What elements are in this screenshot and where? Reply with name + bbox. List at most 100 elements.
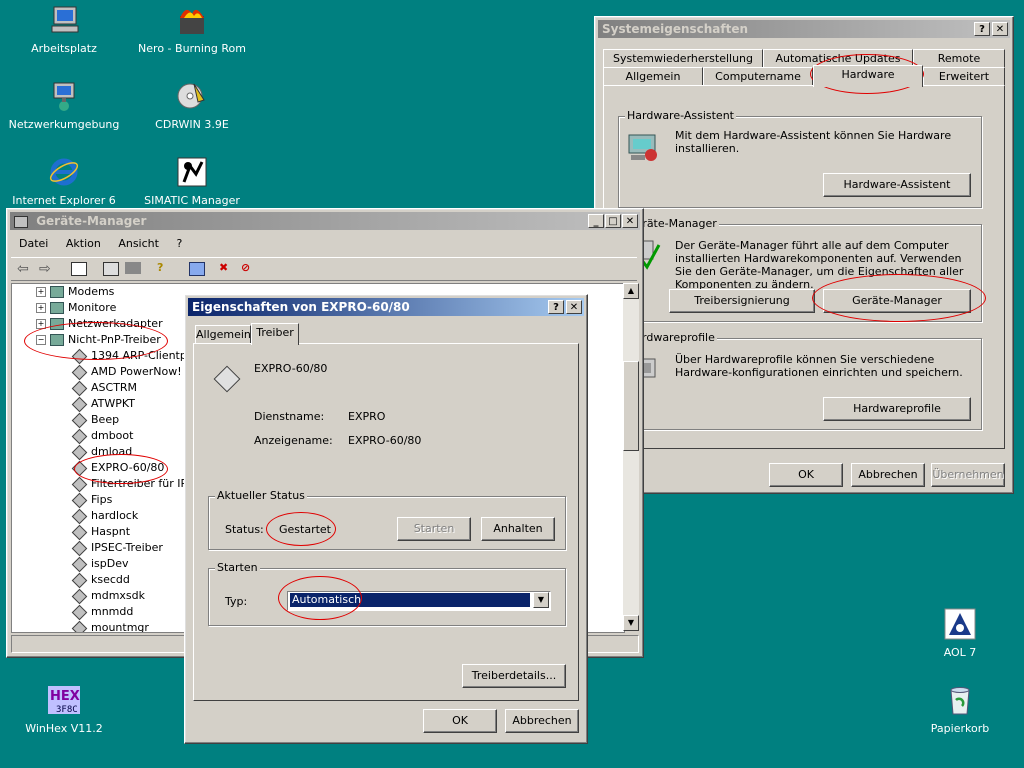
tree-driver-item[interactable]: Beep	[70, 412, 119, 428]
group-device-manager: Geräte-Manager Der Geräte-Manager führt …	[618, 217, 982, 322]
driver-icon	[71, 492, 88, 508]
tree-category-item[interactable]: + Netzwerkadapter	[36, 316, 163, 332]
desktop-icon-arbeitsplatz[interactable]: Arbeitsplatz	[4, 4, 124, 55]
svg-text:3F8C: 3F8C	[56, 705, 78, 715]
collapse-icon[interactable]: −	[36, 335, 46, 345]
stop-button[interactable]: Anhalten	[481, 517, 555, 541]
tree-driver-item[interactable]: Fips	[70, 492, 112, 508]
forward-icon[interactable]: ⇨	[39, 261, 51, 277]
driver-properties-titlebar[interactable]: Eigenschaften von EXPRO-60/80 ? ✕	[188, 298, 584, 316]
print-icon[interactable]	[125, 262, 141, 274]
back-icon[interactable]: ⇦	[17, 261, 29, 277]
tree-item-label: mdmxsdk	[91, 589, 146, 602]
tab-systemwiederherstellung[interactable]: Systemwiederherstellung	[603, 49, 763, 67]
chevron-down-icon[interactable]: ▼	[533, 592, 549, 608]
close-button[interactable]: ✕	[992, 22, 1008, 36]
desktop-icon-ie[interactable]: Internet Explorer 6	[4, 156, 124, 207]
show-hide-tree-icon[interactable]	[71, 262, 87, 276]
tree-driver-item[interactable]: dmload	[70, 444, 132, 460]
help-button[interactable]: ?	[548, 300, 564, 314]
menu-aktion[interactable]: Aktion	[66, 237, 101, 250]
hardware-assistant-button[interactable]: Hardware-Assistent	[823, 173, 971, 197]
tree-driver-item[interactable]: ATWPKT	[70, 396, 135, 412]
tree-item-label: ksecdd	[91, 573, 130, 586]
ok-button[interactable]: OK	[769, 463, 843, 487]
help-button[interactable]: ?	[974, 22, 990, 36]
svg-text:HEX: HEX	[50, 689, 80, 704]
tree-driver-item[interactable]: IPSEC-Treiber	[70, 540, 163, 556]
tab-allgemein[interactable]: Allgemein	[195, 325, 251, 343]
driver-details-button[interactable]: Treiberdetails...	[462, 664, 566, 688]
desktop-icon-winhex[interactable]: HEX 3F8C WinHex V11.2	[4, 684, 124, 735]
minimize-button[interactable]: _	[588, 214, 604, 228]
driver-properties-dialog: Eigenschaften von EXPRO-60/80 ? ✕ Allgem…	[184, 294, 588, 744]
disable-icon[interactable]: ⊘	[241, 261, 250, 274]
properties-icon[interactable]	[103, 262, 119, 276]
tree-item-label: IPSEC-Treiber	[91, 541, 163, 554]
uninstall-icon[interactable]: ✖	[219, 261, 228, 274]
tree-driver-item[interactable]: Filtertreiber für IPX-	[70, 476, 198, 492]
expand-icon[interactable]: +	[36, 287, 46, 297]
tab-panel-hardware: Hardware-Assistent Mit dem Hardware-Assi…	[603, 85, 1005, 449]
start-type-value: Automatisch	[290, 593, 530, 607]
vertical-scrollbar[interactable]: ▲ ▼	[623, 283, 639, 631]
tree-driver-item[interactable]: mnmdd	[70, 604, 133, 620]
desktop-icon-cdrwin[interactable]: CDRWIN 3.9E	[132, 80, 252, 131]
scroll-thumb[interactable]	[623, 361, 639, 451]
tree-driver-item[interactable]: EXPRO-60/80	[70, 460, 164, 476]
apply-button[interactable]: Übernehmen	[931, 463, 1005, 487]
tab-hardware[interactable]: Hardware	[813, 65, 923, 87]
driver-icon	[71, 588, 88, 604]
driver-signing-button[interactable]: Treibersignierung	[669, 289, 815, 313]
tab-allgemein[interactable]: Allgemein	[603, 67, 703, 85]
ok-button[interactable]: OK	[423, 709, 497, 733]
tree-driver-item[interactable]: ispDev	[70, 556, 129, 572]
close-button[interactable]: ✕	[566, 300, 582, 314]
start-type-select[interactable]: Automatisch ▼	[287, 591, 551, 611]
desktop-icon-netzwerk[interactable]: Netzwerkumgebung	[4, 80, 124, 131]
device-manager-button[interactable]: Geräte-Manager	[823, 289, 971, 313]
tree-item-label: Haspnt	[91, 525, 131, 538]
scroll-up-button[interactable]: ▲	[623, 283, 639, 299]
window-app-icon	[14, 215, 28, 228]
tab-remote[interactable]: Remote	[913, 49, 1005, 67]
close-button[interactable]: ✕	[622, 214, 638, 228]
start-button[interactable]: Starten	[397, 517, 471, 541]
tree-driver-item[interactable]: ASCTRM	[70, 380, 137, 396]
tab-computername[interactable]: Computername	[703, 67, 813, 85]
toolbar: ⇦ ⇨ ? ✖ ⊘	[11, 257, 637, 281]
tree-category-item[interactable]: + Monitore	[36, 300, 116, 316]
menu-datei[interactable]: Datei	[19, 237, 48, 250]
tree-driver-item[interactable]: mountmgr	[70, 620, 149, 632]
tab-erweitert[interactable]: Erweitert	[923, 67, 1005, 85]
menu-ansicht[interactable]: Ansicht	[118, 237, 159, 250]
desktop-icon-aol[interactable]: AOL 7	[900, 608, 1020, 659]
scan-hardware-icon[interactable]	[189, 262, 205, 276]
maximize-button[interactable]: □	[605, 214, 621, 228]
expand-icon[interactable]: +	[36, 303, 46, 313]
system-properties-titlebar[interactable]: Systemeigenschaften ? ✕	[598, 20, 1010, 38]
hardware-profiles-button[interactable]: Hardwareprofile	[823, 397, 971, 421]
device-manager-titlebar[interactable]: Geräte-Manager _ □ ✕	[10, 212, 640, 230]
cancel-button[interactable]: Abbrechen	[851, 463, 925, 487]
scroll-down-button[interactable]: ▼	[623, 615, 639, 631]
tree-driver-item[interactable]: hardlock	[70, 508, 138, 524]
tree-category-item[interactable]: + Modems	[36, 284, 114, 300]
driver-icon	[71, 444, 88, 460]
desktop-icon-nero[interactable]: Nero - Burning Rom	[132, 4, 252, 55]
tree-category-item[interactable]: − Nicht-PnP-Treiber	[36, 332, 161, 348]
cancel-button[interactable]: Abbrechen	[505, 709, 579, 733]
tree-driver-item[interactable]: dmboot	[70, 428, 133, 444]
tab-treiber[interactable]: Treiber	[251, 323, 299, 345]
tree-item-label: Nicht-PnP-Treiber	[68, 333, 161, 346]
tree-driver-item[interactable]: ksecdd	[70, 572, 130, 588]
tree-item-label: dmload	[91, 445, 133, 458]
tree-driver-item[interactable]: mdmxsdk	[70, 588, 145, 604]
tree-driver-item[interactable]: Haspnt	[70, 524, 130, 540]
desktop-icon-simatic[interactable]: SIMATIC Manager	[132, 156, 252, 207]
menu-help[interactable]: ?	[176, 237, 182, 250]
expand-icon[interactable]: +	[36, 319, 46, 329]
help-icon[interactable]: ?	[157, 261, 163, 274]
tree-driver-item[interactable]: 1394 ARP-Clientpro	[70, 348, 198, 364]
desktop-icon-papierkorb[interactable]: Papierkorb	[900, 684, 1020, 735]
